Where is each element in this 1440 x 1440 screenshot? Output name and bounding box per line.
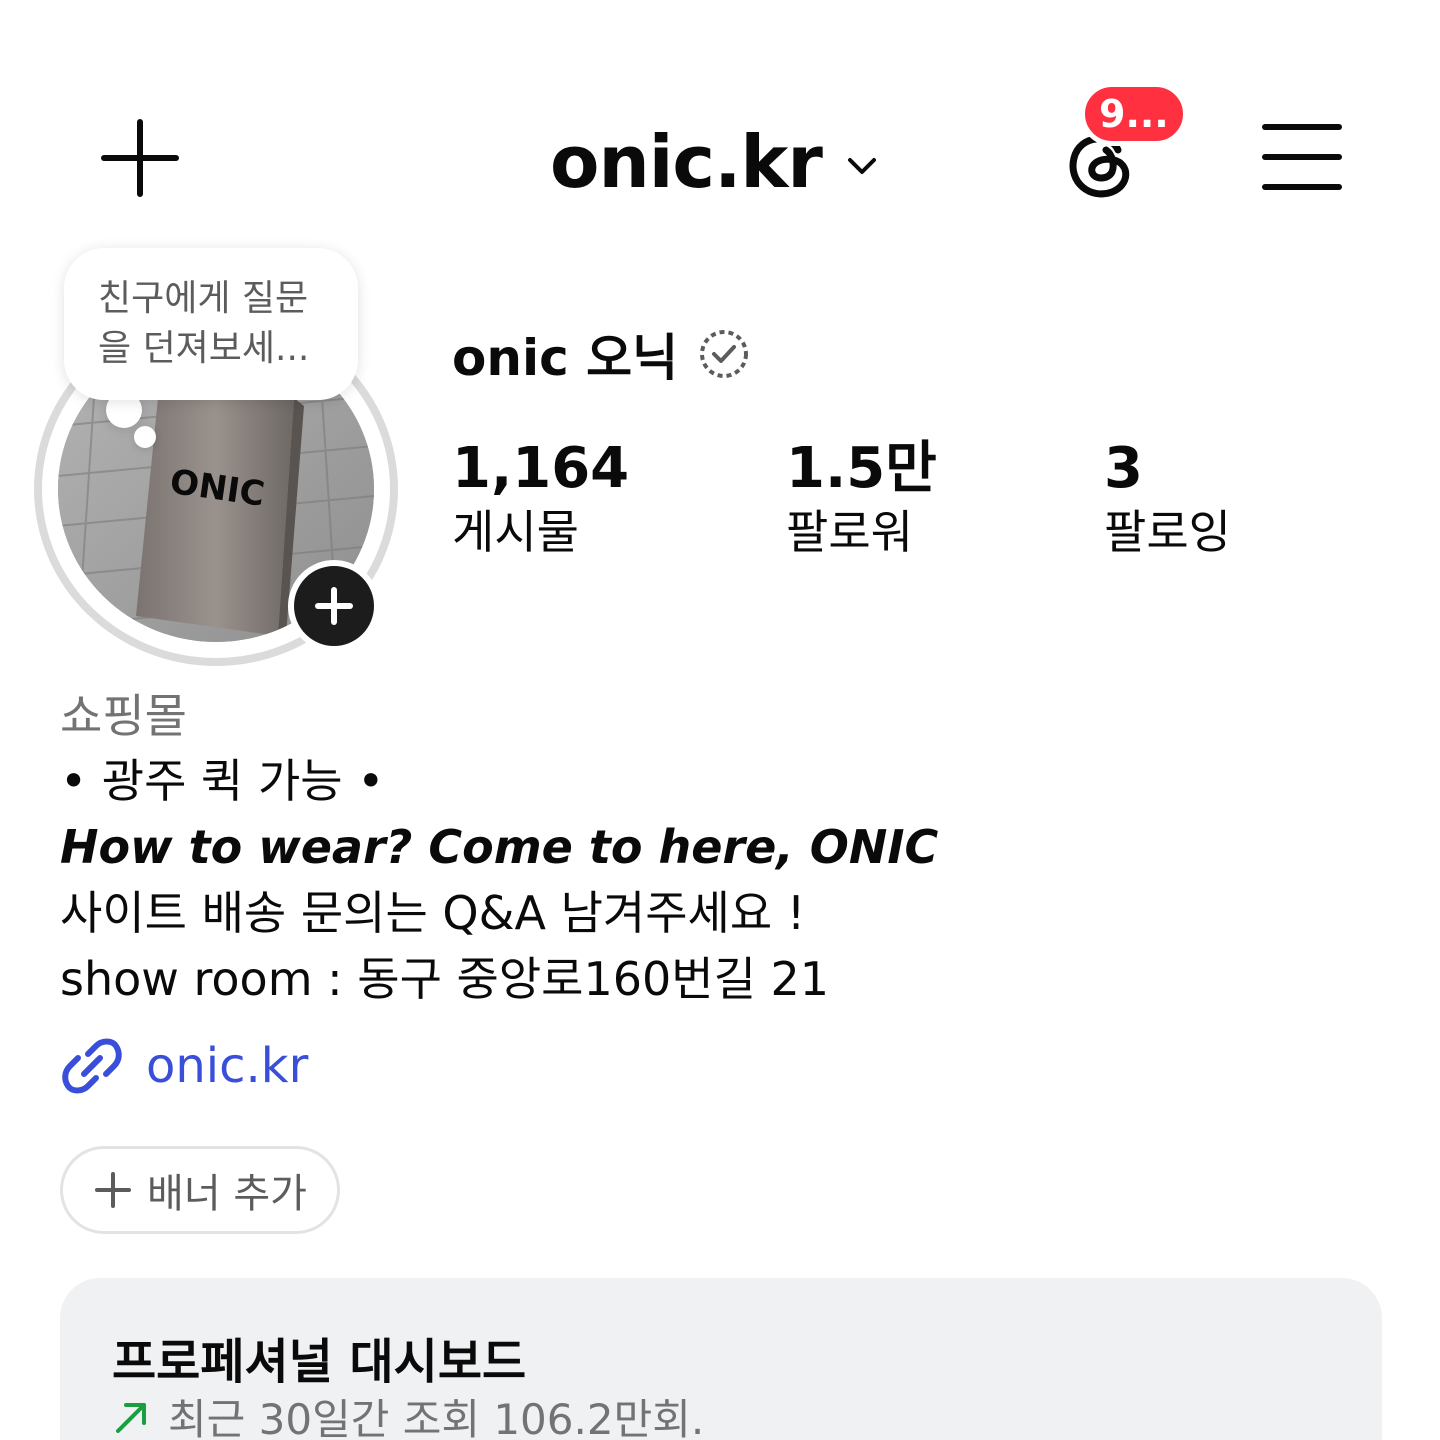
posts-count: 1,164: [452, 436, 630, 501]
notification-badge: 9...: [1080, 82, 1188, 146]
dashboard-subtitle-row: 최근 30일간 조회 106.2만회.: [112, 1386, 704, 1440]
bio-line: • 광주 퀵 가능 •: [60, 754, 385, 808]
account-switcher[interactable]: onic.kr: [550, 112, 880, 212]
following-stat[interactable]: 3 팔로잉: [1104, 436, 1231, 562]
bio-category: 쇼핑몰: [60, 689, 187, 743]
plus-icon: [95, 1172, 132, 1208]
dashboard-title: 프로페셔널 대시보드: [112, 1334, 527, 1390]
add-banner-button[interactable]: 배너 추가: [60, 1146, 340, 1234]
followers-label: 팔로워: [786, 505, 913, 559]
bio: 쇼핑몰 • 광주 퀵 가능 • How to wear? Come to her…: [60, 684, 1380, 1012]
username: onic.kr: [550, 120, 823, 204]
hamburger-menu-icon[interactable]: [1262, 124, 1342, 190]
professional-dashboard[interactable]: 프로페셔널 대시보드 최근 30일간 조회 106.2만회.: [60, 1278, 1382, 1440]
top-bar: onic.kr 9...: [0, 0, 1440, 240]
bio-line: show room : 동구 중앙로160번길 21: [60, 952, 830, 1006]
note-bubble[interactable]: 친구에게 질문을 던져보세...: [64, 248, 358, 400]
display-name-row: onic 오닉: [452, 318, 752, 390]
followers-count: 1.5만: [786, 436, 937, 501]
bio-link[interactable]: onic.kr: [58, 1032, 308, 1100]
create-button[interactable]: [100, 118, 180, 198]
trend-up-arrow-icon: [116, 1402, 146, 1433]
bio-link-text: onic.kr: [146, 1038, 309, 1094]
link-icon: [62, 1038, 122, 1094]
posts-label: 게시물: [452, 505, 579, 559]
plus-icon: [315, 587, 353, 625]
display-name: onic 오닉: [452, 329, 679, 387]
following-count: 3: [1104, 436, 1143, 501]
add-banner-label: 배너 추가: [147, 1171, 307, 1217]
following-label: 팔로잉: [1104, 505, 1231, 559]
posts-stat[interactable]: 1,164 게시물: [452, 436, 629, 562]
plus-icon: [101, 119, 179, 197]
bio-line: 사이트 배송 문의는 Q&A 남겨주세요 !: [60, 886, 806, 940]
add-story-button[interactable]: [288, 560, 380, 652]
note-bubble-tail: [134, 426, 156, 448]
followers-stat[interactable]: 1.5만 팔로워: [786, 436, 937, 562]
profile-page: onic.kr 9... ONIC 친구에게 질문을 던져보세... onic …: [0, 0, 1440, 1440]
chevron-down-icon: [844, 148, 880, 184]
dashboard-subtitle: 최근 30일간 조회 106.2만회.: [168, 1395, 705, 1440]
meta-verified-icon[interactable]: [696, 326, 752, 382]
bio-line: How to wear? Come to here, ONIC: [60, 820, 939, 874]
